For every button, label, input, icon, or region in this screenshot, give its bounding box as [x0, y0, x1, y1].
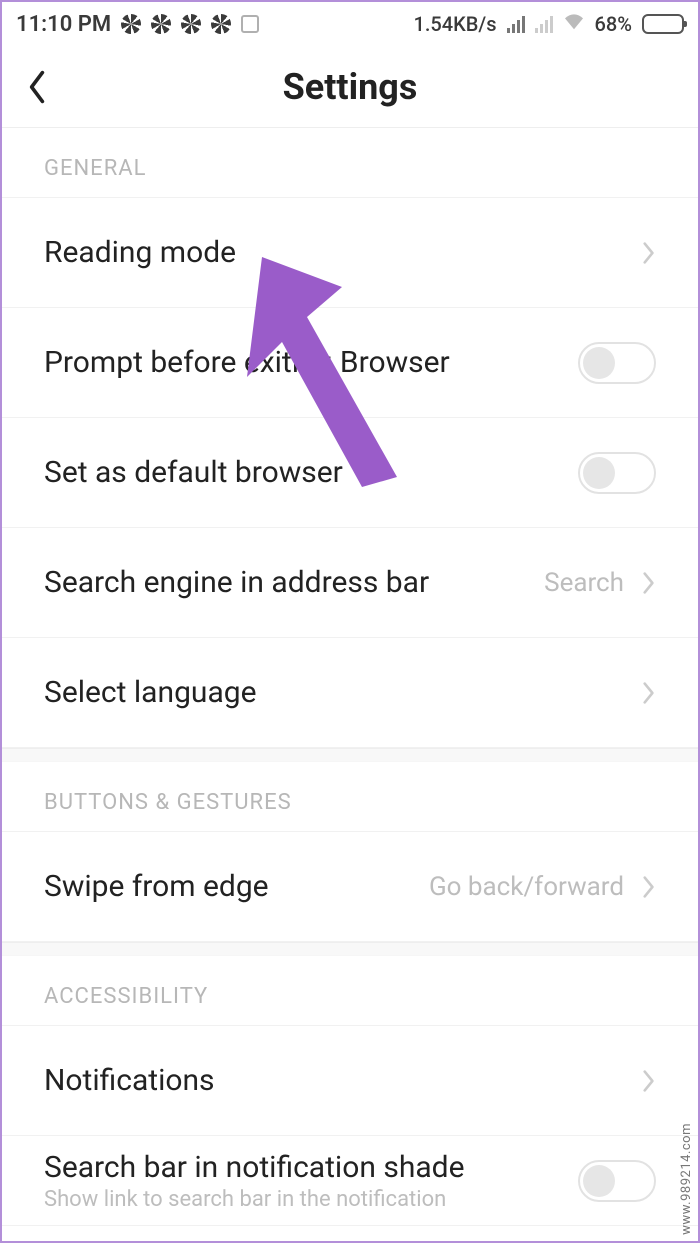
watermark: www.989214.com — [679, 1123, 694, 1235]
status-right: 1.54KB/s 68% — [414, 12, 685, 36]
chevron-right-icon — [642, 1069, 656, 1093]
chevron-right-icon — [642, 875, 656, 899]
row-search-engine[interactable]: Search engine in address bar Search — [2, 528, 698, 638]
battery-icon — [642, 14, 684, 34]
row-label: Search engine in address bar — [44, 565, 429, 600]
row-swipe-edge[interactable]: Swipe from edge Go back/forward — [2, 832, 698, 942]
row-value: Search — [544, 568, 624, 598]
chevron-right-icon — [642, 241, 656, 265]
app-header: Settings — [2, 46, 698, 128]
app-badge-icon — [241, 15, 259, 33]
row-notifications[interactable]: Notifications — [2, 1026, 698, 1136]
row-label: Select language — [44, 675, 257, 710]
section-divider — [2, 748, 698, 762]
row-label: Prompt before exiting Browser — [44, 345, 450, 380]
toggle-default-browser[interactable] — [578, 452, 656, 494]
aperture-icon — [181, 14, 201, 34]
row-search-bar-shade[interactable]: Search bar in notification shade Show li… — [2, 1136, 698, 1226]
back-button[interactable] — [2, 46, 72, 127]
signal-icon — [507, 15, 525, 33]
aperture-icon — [121, 14, 141, 34]
section-header-general: GENERAL — [2, 128, 698, 198]
section-divider — [2, 942, 698, 956]
row-label: Search bar in notification shade — [44, 1150, 464, 1185]
row-label: Reading mode — [44, 235, 236, 270]
signal-icon-secondary — [535, 15, 553, 33]
wifi-icon — [563, 13, 585, 36]
chevron-right-icon — [642, 681, 656, 705]
row-label: Notifications — [44, 1063, 215, 1098]
toggle-search-bar-shade[interactable] — [578, 1160, 656, 1202]
aperture-icon — [211, 14, 231, 34]
aperture-icon — [151, 14, 171, 34]
chevron-right-icon — [642, 571, 656, 595]
section-header-accessibility: ACCESSIBILITY — [2, 956, 698, 1026]
row-value: Go back/forward — [429, 872, 624, 902]
status-data-rate: 1.54KB/s — [414, 12, 497, 36]
chevron-left-icon — [26, 69, 48, 105]
row-select-language[interactable]: Select language — [2, 638, 698, 748]
row-sublabel: Show link to search bar in the notificat… — [44, 1187, 464, 1212]
page-title: Settings — [2, 66, 698, 108]
status-left: 11:10 PM — [16, 12, 259, 37]
toggle-prompt-exit[interactable] — [578, 342, 656, 384]
status-bar: 11:10 PM 1.54KB/s 68% — [2, 2, 698, 46]
section-header-buttons-gestures: BUTTONS & GESTURES — [2, 762, 698, 832]
row-default-browser[interactable]: Set as default browser — [2, 418, 698, 528]
status-time: 11:10 PM — [16, 12, 111, 37]
status-battery-pct: 68% — [595, 12, 632, 36]
row-label: Swipe from edge — [44, 869, 269, 904]
row-label: Set as default browser — [44, 455, 343, 490]
row-reading-mode[interactable]: Reading mode — [2, 198, 698, 308]
row-prompt-exit[interactable]: Prompt before exiting Browser — [2, 308, 698, 418]
